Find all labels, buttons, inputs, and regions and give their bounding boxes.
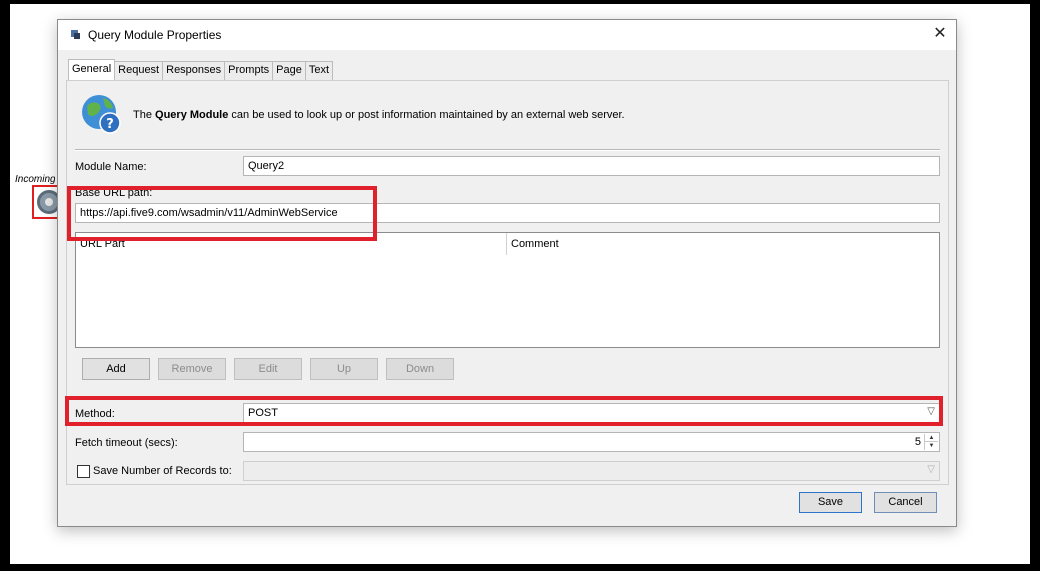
module-description: The Query Module can be used to look up … — [133, 109, 625, 121]
spinner-up-icon[interactable]: ▲ — [925, 434, 938, 442]
app-icon — [71, 30, 80, 39]
dialog-title: Query Module Properties — [88, 28, 222, 42]
tab-page[interactable]: Page — [272, 61, 306, 80]
add-button[interactable]: Add — [82, 358, 150, 380]
fetch-timeout-label: Fetch timeout (secs): — [75, 437, 178, 449]
save-button[interactable]: Save — [799, 492, 862, 513]
intro-prefix: The — [133, 109, 156, 121]
spinner-down-icon[interactable]: ▼ — [925, 442, 938, 450]
chevron-down-icon[interactable]: ▽ — [927, 464, 935, 475]
save-records-select[interactable]: ▽ — [243, 461, 940, 481]
module-name-label: Module Name: — [75, 161, 147, 173]
title-bar[interactable]: Query Module Properties ✕ — [58, 20, 956, 50]
tab-bar: General Request Responses Prompts Page T… — [68, 59, 334, 81]
chevron-down-icon[interactable]: ▽ — [927, 406, 935, 417]
cancel-button[interactable]: Cancel — [874, 492, 937, 513]
intro-suffix: can be used to look up or post informati… — [228, 109, 625, 121]
general-tab-panel: ? The Query Module can be used to look u… — [66, 80, 949, 485]
tab-responses[interactable]: Responses — [162, 61, 226, 80]
tab-general[interactable]: General — [68, 59, 116, 80]
base-url-label: Base URL path: — [75, 187, 153, 199]
base-url-input[interactable]: https://api.five9.com/wsadmin/v11/AdminW… — [75, 203, 940, 223]
header-divider — [75, 149, 940, 151]
method-label: Method: — [75, 408, 115, 420]
intro-module-name: Query Module — [155, 109, 229, 121]
tab-request[interactable]: Request — [114, 61, 164, 80]
method-value: POST — [248, 407, 278, 419]
tab-text[interactable]: Text — [304, 61, 334, 80]
query-module-properties-dialog: Query Module Properties ✕ General Reques… — [57, 19, 957, 527]
close-icon[interactable]: ✕ — [930, 24, 950, 44]
tab-prompts[interactable]: Prompts — [224, 61, 274, 80]
url-parts-table[interactable]: URL Part Comment — [75, 232, 940, 348]
column-header-url-part[interactable]: URL Part — [76, 233, 507, 255]
incoming-module-label: Incoming — [15, 174, 55, 185]
method-select[interactable]: POST ▽ — [243, 403, 940, 423]
up-button[interactable]: Up — [310, 358, 378, 380]
save-records-checkbox[interactable] — [77, 465, 90, 478]
remove-button[interactable]: Remove — [158, 358, 226, 380]
fetch-timeout-value: 5 — [914, 436, 921, 448]
globe-help-icon: ? — [82, 95, 121, 134]
save-records-label: Save Number of Records to: — [93, 465, 232, 477]
edit-button[interactable]: Edit — [234, 358, 302, 380]
module-name-input[interactable]: Query2 — [243, 156, 940, 176]
fetch-timeout-spinner[interactable]: 5 ▲ ▼ — [243, 432, 940, 452]
spinner-buttons: ▲ ▼ — [924, 434, 938, 450]
column-header-comment[interactable]: Comment — [507, 233, 939, 255]
svg-text:?: ? — [106, 117, 114, 132]
down-button[interactable]: Down — [386, 358, 454, 380]
table-header: URL Part Comment — [76, 233, 939, 255]
